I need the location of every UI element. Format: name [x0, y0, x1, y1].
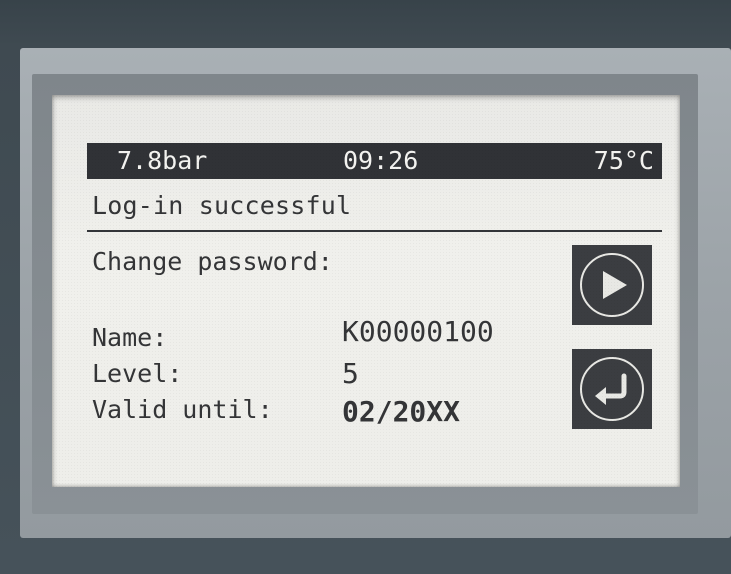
return-button[interactable]	[572, 349, 652, 429]
status-bar: 7.8bar 09:26 75°C	[87, 143, 662, 179]
change-password-button[interactable]	[572, 245, 652, 325]
valid-until-label: Valid until:	[92, 395, 273, 424]
name-label: Name:	[92, 323, 168, 352]
control-panel-device: 7.8bar 09:26 75°C Log-in successful Chan…	[0, 0, 731, 574]
level-label: Level:	[92, 359, 183, 388]
header-divider	[87, 230, 662, 232]
return-enter-icon	[577, 354, 647, 424]
play-arrow-icon	[577, 250, 647, 320]
temperature-readout: 75°C	[593, 146, 654, 175]
valid-until-value: 02/20XX	[342, 395, 461, 428]
name-value: K00000100	[342, 315, 494, 348]
pressure-readout: 7.8bar	[117, 146, 208, 175]
time-readout: 09:26	[343, 146, 419, 175]
lcd-screen: 7.8bar 09:26 75°C Log-in successful Chan…	[52, 95, 680, 487]
login-status-message: Log-in successful	[92, 191, 352, 220]
change-password-label: Change password:	[92, 247, 333, 276]
level-value: 5	[342, 357, 359, 390]
